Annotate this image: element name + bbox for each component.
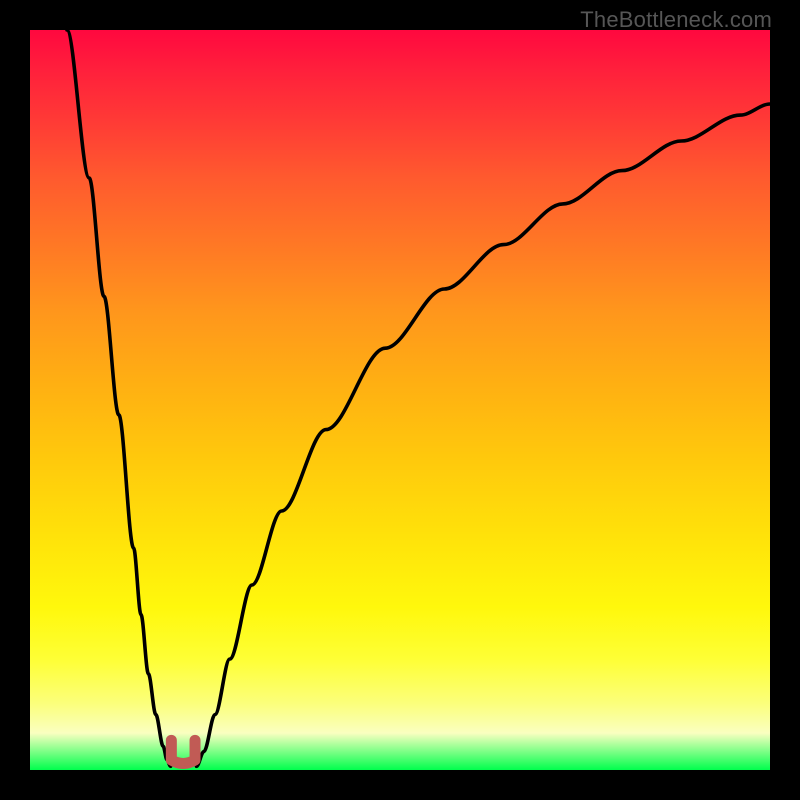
plot-layer [30,30,770,770]
curve-left-branch [67,30,171,766]
curve-right-branch [197,104,771,766]
chart-frame [30,30,770,770]
minimum-marker [171,740,195,763]
